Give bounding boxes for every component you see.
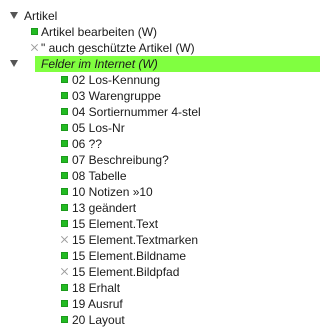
- active-square-icon: [61, 252, 68, 259]
- field-label: 03 Warengruppe: [72, 89, 161, 103]
- field-label: 13 geändert: [72, 201, 137, 215]
- active-square-icon: [61, 172, 68, 179]
- active-square-icon: [61, 92, 68, 99]
- node-label: Artikel: [24, 9, 58, 23]
- active-square-icon: [61, 204, 68, 211]
- field-item[interactable]: 03 Warengruppe: [0, 88, 326, 104]
- inactive-cross-icon: [61, 268, 68, 275]
- active-square-icon: [61, 108, 68, 115]
- active-square-icon: [61, 300, 68, 307]
- field-item[interactable]: 02 Los-Kennung: [0, 72, 326, 88]
- active-square-icon: [61, 124, 68, 131]
- field-label: 20 Layout: [72, 313, 125, 327]
- active-square-icon: [61, 220, 68, 227]
- active-square-icon: [61, 316, 68, 323]
- inactive-cross-icon: [31, 44, 38, 51]
- field-item[interactable]: 15 Element.Textmarken: [0, 232, 326, 248]
- inactive-cross-icon: [61, 236, 68, 243]
- disclosure-expanded-icon[interactable]: [10, 12, 18, 19]
- disclosure-expanded-icon[interactable]: [10, 60, 18, 67]
- field-item[interactable]: 04 Sortiernummer 4-stel: [0, 104, 326, 120]
- tree-item[interactable]: " auch geschützte Artikel (W): [0, 40, 326, 56]
- field-item[interactable]: 15 Element.Bildpfad: [0, 264, 326, 280]
- field-label: 18 Erhalt: [72, 281, 121, 295]
- field-label: 02 Los-Kennung: [72, 73, 161, 87]
- field-item[interactable]: 15 Element.Bildname: [0, 248, 326, 264]
- field-label: 04 Sortiernummer 4-stel: [72, 105, 201, 119]
- active-square-icon: [61, 284, 68, 291]
- field-item[interactable]: 13 geändert: [0, 200, 326, 216]
- tree-node-felder-im-internet[interactable]: Felder im Internet (W): [0, 56, 326, 72]
- field-label: 15 Element.Bildpfad: [72, 265, 180, 279]
- active-square-icon: [61, 188, 68, 195]
- field-item[interactable]: 10 Notizen »10: [0, 184, 326, 200]
- field-item[interactable]: 15 Element.Text: [0, 216, 326, 232]
- field-label: 10 Notizen »10: [72, 185, 153, 199]
- field-label: 15 Element.Textmarken: [72, 233, 199, 247]
- tree-node-artikel[interactable]: Artikel: [0, 8, 326, 24]
- field-label: 06 ??: [72, 137, 103, 151]
- field-label: 15 Element.Bildname: [72, 249, 187, 263]
- field-item[interactable]: 19 Ausruf: [0, 296, 326, 312]
- field-item[interactable]: 06 ??: [0, 136, 326, 152]
- field-item[interactable]: 08 Tabelle: [0, 168, 326, 184]
- field-label: 05 Los-Nr: [72, 121, 125, 135]
- group-label: Felder im Internet (W): [41, 57, 158, 71]
- item-label: Artikel bearbeiten (W): [41, 25, 158, 39]
- field-label: 15 Element.Text: [72, 217, 159, 231]
- field-item[interactable]: 07 Beschreibung?: [0, 152, 326, 168]
- active-square-icon: [61, 76, 68, 83]
- outline-tree: Artikel Artikel bearbeiten (W) " auch ge…: [0, 0, 326, 329]
- tree-item[interactable]: Artikel bearbeiten (W): [0, 24, 326, 40]
- field-label: 07 Beschreibung?: [72, 153, 169, 167]
- active-square-icon: [61, 140, 68, 147]
- active-square-icon: [31, 28, 38, 35]
- field-item[interactable]: 18 Erhalt: [0, 280, 326, 296]
- field-item[interactable]: 20 Layout: [0, 312, 326, 328]
- field-label: 08 Tabelle: [72, 169, 127, 183]
- active-square-icon: [61, 156, 68, 163]
- field-item[interactable]: 05 Los-Nr: [0, 120, 326, 136]
- item-label: " auch geschützte Artikel (W): [41, 41, 195, 55]
- field-label: 19 Ausruf: [72, 297, 123, 311]
